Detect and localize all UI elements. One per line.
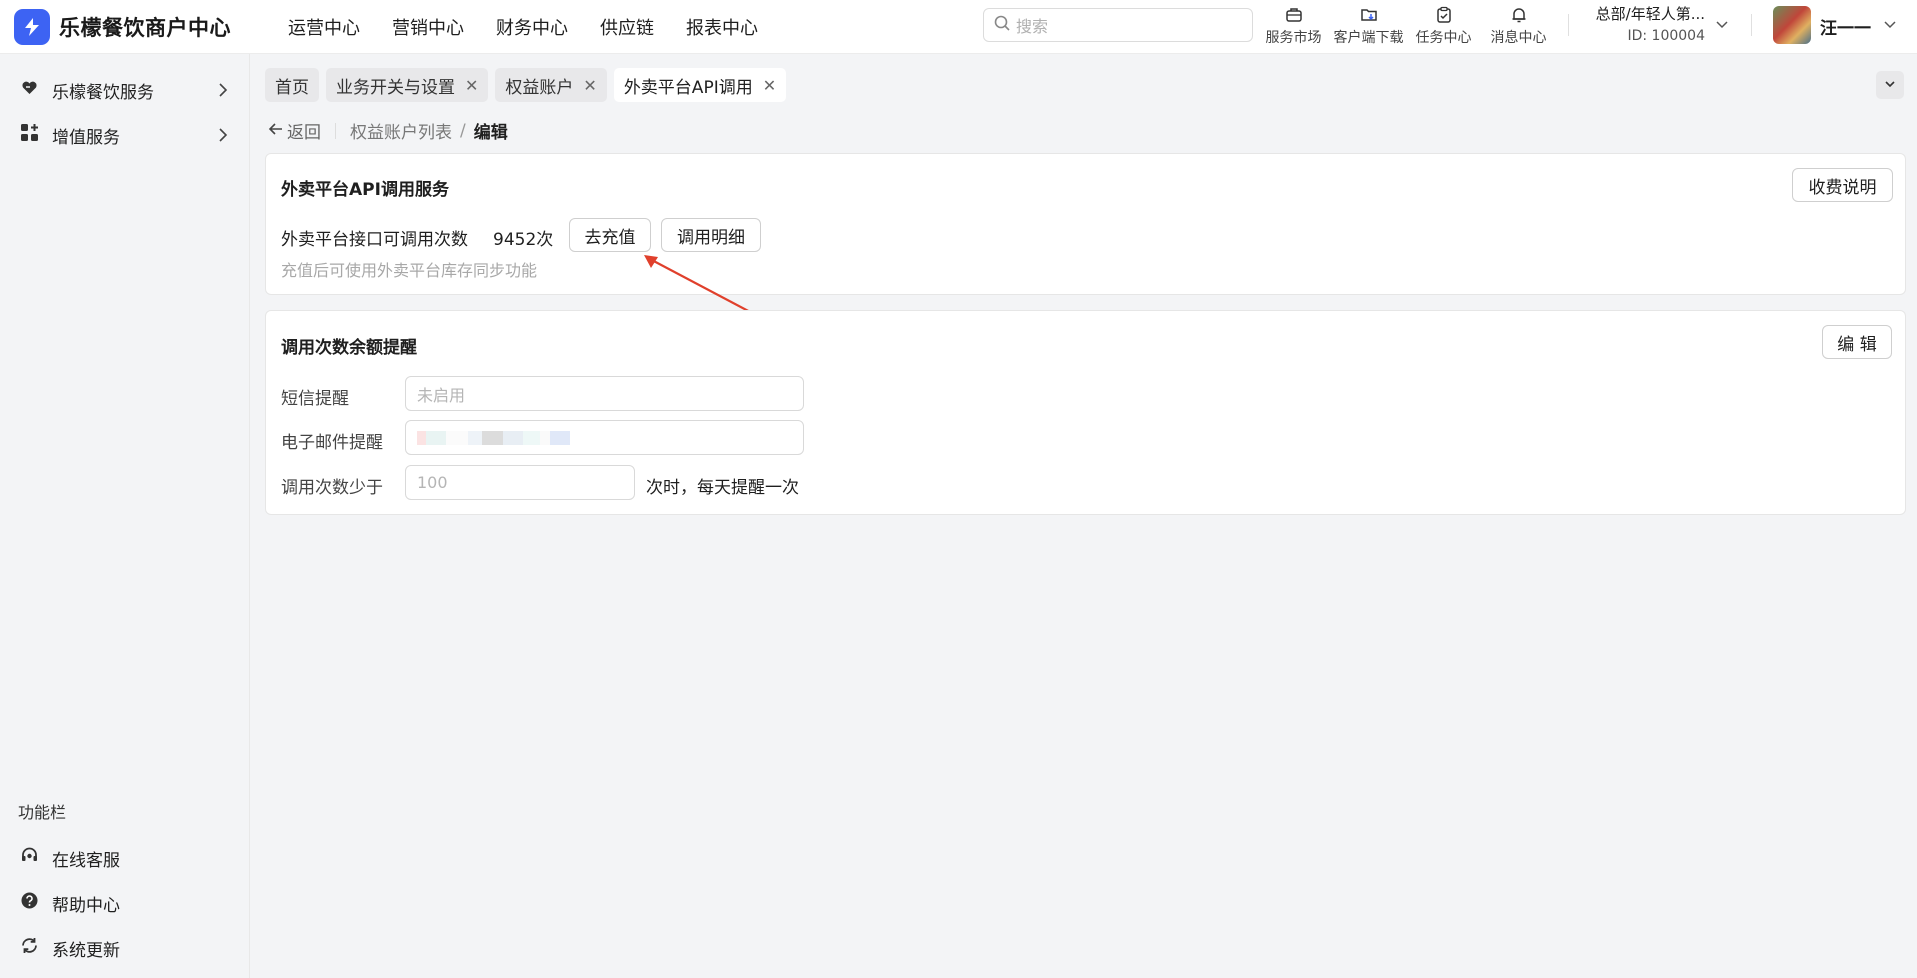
tab-label: 业务开关与设置 — [336, 77, 455, 98]
clipboard-check-icon — [1435, 2, 1453, 24]
threshold-value: 100 — [417, 473, 448, 492]
card-title: 调用次数余额提醒 — [281, 338, 417, 358]
chevron-down-icon — [1884, 75, 1896, 95]
top-bar: 乐檬餐饮商户中心 运营中心 营销中心 财务中心 供应链 报表中心 搜索 服务市场… — [0, 0, 1917, 54]
sidebar-item-label: 系统更新 — [52, 940, 120, 961]
tool-message-center[interactable]: 消息中心 — [1481, 2, 1556, 47]
recharge-button[interactable]: 去充值 — [569, 218, 651, 252]
logo-icon — [14, 8, 50, 45]
chevron-right-icon — [216, 127, 230, 148]
close-icon[interactable]: ✕ — [465, 76, 478, 95]
sidebar-item-value-added[interactable]: 增值服务 — [0, 115, 250, 155]
sidebar-item-catering-service[interactable]: 乐檬餐饮服务 — [0, 70, 250, 110]
tab-delivery-api[interactable]: 外卖平台API调用 ✕ — [613, 68, 787, 102]
edit-button[interactable]: 编 辑 — [1822, 325, 1892, 359]
email-label: 电子邮件提醒 — [281, 433, 383, 453]
tab-label: 权益账户 — [505, 77, 574, 98]
nav-item-finance[interactable]: 财务中心 — [496, 14, 568, 40]
sms-label: 短信提醒 — [281, 389, 349, 409]
api-service-card: 外卖平台API调用服务 收费说明 外卖平台接口可调用次数 9452次 去充值 调… — [265, 153, 1906, 295]
sidebar: 乐檬餐饮服务 增值服务 功能栏 在线客服 帮助中心 系统更新 — [0, 54, 250, 978]
tab-equity-account[interactable]: 权益账户 ✕ — [495, 68, 607, 102]
tab-label: 首页 — [275, 77, 309, 98]
org-name: 总部/年轻人第... — [1595, 5, 1705, 23]
back-label: 返回 — [287, 123, 321, 143]
tab-business-settings[interactable]: 业务开关与设置 ✕ — [326, 68, 489, 102]
breadcrumb-current: 编辑 — [473, 123, 508, 143]
sidebar-item-label: 增值服务 — [52, 127, 120, 148]
tool-client-download[interactable]: 客户端下载 — [1331, 2, 1406, 47]
search-input[interactable]: 搜索 — [983, 8, 1253, 42]
sidebar-item-label: 在线客服 — [52, 850, 120, 871]
threshold-input[interactable]: 100 — [405, 465, 635, 500]
tool-service-market[interactable]: 服务市场 — [1256, 2, 1331, 47]
count-label: 外卖平台接口可调用次数 — [281, 230, 468, 250]
tool-task-center[interactable]: 任务中心 — [1406, 2, 1481, 47]
email-reminder-field[interactable] — [405, 420, 804, 455]
tabs-menu-button[interactable] — [1876, 71, 1904, 99]
org-id: ID: 100004 — [1627, 28, 1705, 44]
threshold-label: 调用次数少于 — [281, 478, 383, 498]
sidebar-item-system-update[interactable]: 系统更新 — [0, 928, 250, 968]
call-detail-button[interactable]: 调用明细 — [661, 218, 761, 252]
org-switcher[interactable]: 总部/年轻人第... ID: 100004 — [1585, 3, 1705, 44]
sms-reminder-field[interactable]: 未启用 — [405, 376, 804, 411]
tool-label: 任务中心 — [1415, 30, 1472, 46]
tab-home[interactable]: 首页 — [265, 68, 319, 102]
threshold-suffix: 次时，每天提醒一次 — [646, 478, 799, 498]
top-nav: 运营中心 营销中心 财务中心 供应链 报表中心 — [288, 14, 790, 40]
headset-icon — [20, 846, 39, 870]
breadcrumb: 返回 权益账户列表 / 编辑 — [268, 118, 508, 143]
card-title: 外卖平台API调用服务 — [281, 180, 449, 200]
nav-item-supply-chain[interactable]: 供应链 — [600, 14, 654, 40]
arrow-left-icon — [268, 121, 283, 141]
chevron-down-icon[interactable] — [1883, 16, 1897, 36]
tab-bar: 首页 业务开关与设置 ✕ 权益账户 ✕ 外卖平台API调用 ✕ — [265, 68, 793, 102]
recharge-hint: 充值后可使用外卖平台库存同步功能 — [281, 261, 538, 280]
chevron-right-icon — [216, 82, 230, 103]
user-name[interactable]: 汪一一 — [1820, 14, 1871, 39]
sidebar-item-label: 帮助中心 — [52, 895, 120, 916]
avatar[interactable] — [1773, 6, 1811, 44]
app-title: 乐檬餐饮商户中心 — [59, 15, 231, 40]
redacted-email — [417, 430, 426, 445]
help-circle-icon — [20, 891, 39, 915]
bell-icon — [1510, 2, 1528, 24]
close-icon[interactable]: ✕ — [583, 76, 596, 95]
app-logo[interactable]: 乐檬餐饮商户中心 — [14, 8, 264, 45]
refresh-icon — [20, 936, 39, 960]
divider — [1568, 14, 1569, 36]
balance-reminder-card: 调用次数余额提醒 编 辑 短信提醒 未启用 电子邮件提醒 调用次数少于 100 … — [265, 310, 1906, 515]
count-value: 9452次 — [493, 230, 554, 250]
apps-icon — [20, 123, 39, 147]
close-icon[interactable]: ✕ — [763, 76, 776, 95]
sms-value: 未启用 — [417, 385, 466, 405]
divider — [335, 122, 336, 139]
tool-label: 服务市场 — [1265, 30, 1322, 46]
sidebar-section-title: 功能栏 — [18, 803, 67, 822]
chevron-down-icon[interactable] — [1715, 16, 1729, 36]
sidebar-item-label: 乐檬餐饮服务 — [52, 82, 154, 103]
sidebar-item-help-center[interactable]: 帮助中心 — [0, 883, 250, 923]
divider — [1751, 14, 1752, 36]
nav-item-operations[interactable]: 运营中心 — [288, 14, 360, 40]
fee-description-button[interactable]: 收费说明 — [1792, 168, 1893, 202]
search-placeholder: 搜索 — [1016, 17, 1049, 36]
nav-item-reports[interactable]: 报表中心 — [686, 14, 758, 40]
heart-hand-icon — [20, 78, 39, 102]
briefcase-icon — [1285, 2, 1303, 24]
search-icon — [994, 15, 1010, 36]
breadcrumb-separator: / — [460, 120, 466, 141]
nav-item-marketing[interactable]: 营销中心 — [392, 14, 464, 40]
back-button[interactable]: 返回 — [268, 118, 321, 143]
folder-download-icon — [1360, 2, 1378, 24]
toolbar: 服务市场 客户端下载 任务中心 消息中心 — [1256, 2, 1556, 47]
sidebar-item-online-support[interactable]: 在线客服 — [0, 838, 250, 878]
tab-label: 外卖平台API调用 — [623, 77, 753, 98]
tool-label: 消息中心 — [1490, 30, 1547, 46]
tool-label: 客户端下载 — [1333, 30, 1404, 46]
breadcrumb-parent[interactable]: 权益账户列表 — [350, 118, 452, 143]
